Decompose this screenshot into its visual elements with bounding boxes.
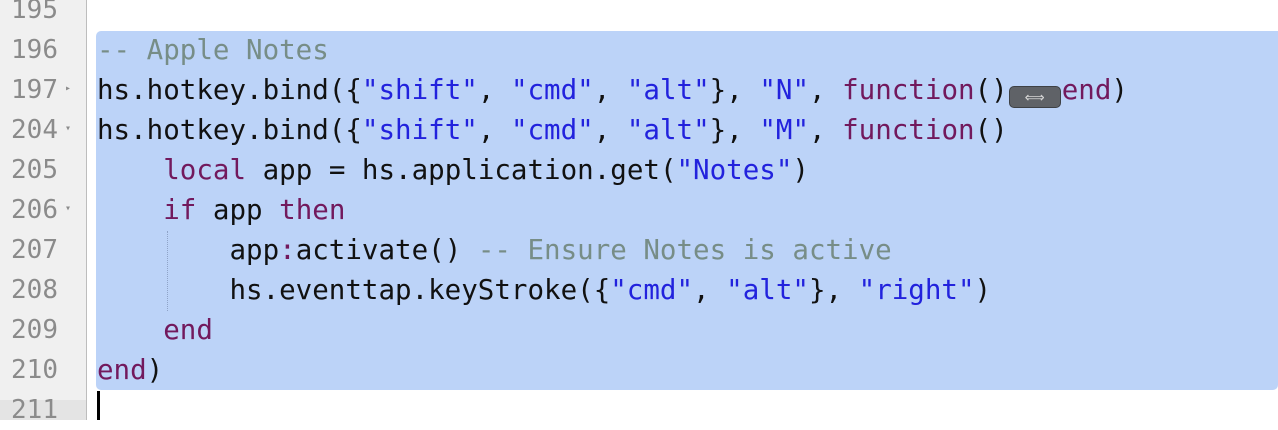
code-text[interactable]: hs.eventtap.keyStroke({"cmd", "alt"}, "r… xyxy=(97,270,991,310)
fold-collapsed-icon[interactable]: ▸ xyxy=(62,83,74,95)
folded-code-badge[interactable]: ⟺ xyxy=(1008,86,1061,108)
keyword-token: end xyxy=(97,354,147,386)
string-token: "shift" xyxy=(361,114,478,146)
code-line[interactable]: 207 app:activate() -- Ensure Notes is ac… xyxy=(0,230,1278,270)
line-number: 196 xyxy=(11,35,58,65)
plain-token: , xyxy=(593,114,627,146)
plain-token: , xyxy=(809,74,843,106)
string-token: "M" xyxy=(759,114,809,146)
plain-token: }, xyxy=(808,274,859,306)
plain-token: app xyxy=(97,234,280,266)
keyword-token: then xyxy=(279,194,346,226)
code-line[interactable]: 209 end xyxy=(0,310,1278,350)
code-text[interactable]: end xyxy=(97,310,213,350)
plain-token: activate() xyxy=(295,234,478,266)
string-token: "cmd" xyxy=(510,114,594,146)
line-number: 211 xyxy=(11,395,58,425)
line-number: 206 xyxy=(11,195,58,225)
plain-token: app xyxy=(196,194,280,226)
code-line[interactable]: 204 ▾ hs.hotkey.bind({"shift", "cmd", "alt… xyxy=(0,110,1278,150)
code-line[interactable]: 195 xyxy=(0,0,1278,30)
comment-token: -- Apple Notes xyxy=(97,34,329,66)
plain-token: ) xyxy=(146,354,164,386)
plain-token: , xyxy=(593,74,627,106)
code-editor[interactable]: 195 196 -- Apple Notes 197 ▸ hs.hotkey.bind({… xyxy=(0,0,1278,425)
line-number: 197 xyxy=(11,75,58,105)
code-text[interactable]: hs.hotkey.bind({"shift", "cmd", "alt"}, … xyxy=(97,110,1008,150)
string-token: "Notes" xyxy=(676,154,793,186)
plain-token: hs.eventtap.keyStroke({ xyxy=(97,274,611,306)
line-number: 210 xyxy=(11,355,58,385)
plain-token: , xyxy=(477,114,511,146)
fold-expanded-icon[interactable]: ▾ xyxy=(62,203,74,215)
line-number: 207 xyxy=(11,235,58,265)
plain-token: app = hs.application.get( xyxy=(246,154,677,186)
plain-token: hs.hotkey.bind({ xyxy=(97,114,362,146)
line-number: 208 xyxy=(11,275,58,305)
string-token: "alt" xyxy=(626,114,710,146)
string-token: "cmd" xyxy=(610,274,694,306)
keyword-token: function xyxy=(842,114,975,146)
string-token: "alt" xyxy=(726,274,809,306)
code-text[interactable]: -- Apple Notes xyxy=(97,30,329,70)
keyword-token: end xyxy=(163,314,213,346)
plain-token: , xyxy=(693,274,727,306)
plain-token: }, xyxy=(709,74,760,106)
string-token: "cmd" xyxy=(510,74,594,106)
keyword-token: : xyxy=(279,234,296,266)
string-token: "shift" xyxy=(361,74,478,106)
plain-token: , xyxy=(809,114,843,146)
code-text[interactable]: local app = hs.application.get("Notes") xyxy=(97,150,809,190)
plain-token: ) xyxy=(1111,74,1128,106)
line-number: 205 xyxy=(11,155,58,185)
keyword-token: function xyxy=(842,74,975,106)
code-text[interactable]: hs.hotkey.bind({"shift", "cmd", "alt"}, … xyxy=(97,70,1128,110)
code-line[interactable]: 208 hs.eventtap.keyStroke({"cmd", "alt"}… xyxy=(0,270,1278,310)
fold-expanded-icon[interactable]: ▾ xyxy=(62,123,74,135)
code-line[interactable]: 206 ▾ if app then xyxy=(0,190,1278,230)
keyword-token: end xyxy=(1061,74,1112,106)
line-number: 209 xyxy=(11,315,58,345)
code-text[interactable]: app:activate() -- Ensure Notes is active xyxy=(97,230,892,270)
code-line[interactable]: 211 xyxy=(0,390,1278,430)
plain-token: ) xyxy=(974,274,992,306)
string-token: "alt" xyxy=(626,74,710,106)
plain-token: () xyxy=(974,74,1008,106)
code-line[interactable]: 210 end) xyxy=(0,350,1278,390)
string-token: "N" xyxy=(759,74,809,106)
line-number: 195 xyxy=(11,0,58,25)
plain-token: () xyxy=(974,114,1008,146)
keyword-token: if xyxy=(163,194,197,226)
text-cursor xyxy=(97,391,100,420)
code-line[interactable]: 196 -- Apple Notes xyxy=(0,30,1278,70)
string-token: "right" xyxy=(858,274,975,306)
code-line[interactable]: 197 ▸ hs.hotkey.bind({"shift", "cmd", "alt… xyxy=(0,70,1278,110)
comment-token: -- Ensure Notes is active xyxy=(477,234,892,266)
code-line[interactable]: 205 local app = hs.application.get("Note… xyxy=(0,150,1278,190)
plain-token: }, xyxy=(709,114,760,146)
plain-token: ) xyxy=(792,154,809,186)
line-number: 204 xyxy=(11,115,58,145)
code-text[interactable]: end) xyxy=(97,350,163,390)
keyword-token: local xyxy=(163,154,247,186)
plain-token: hs.hotkey.bind({ xyxy=(97,74,362,106)
plain-token: , xyxy=(477,74,511,106)
code-text[interactable]: if app then xyxy=(97,190,345,230)
